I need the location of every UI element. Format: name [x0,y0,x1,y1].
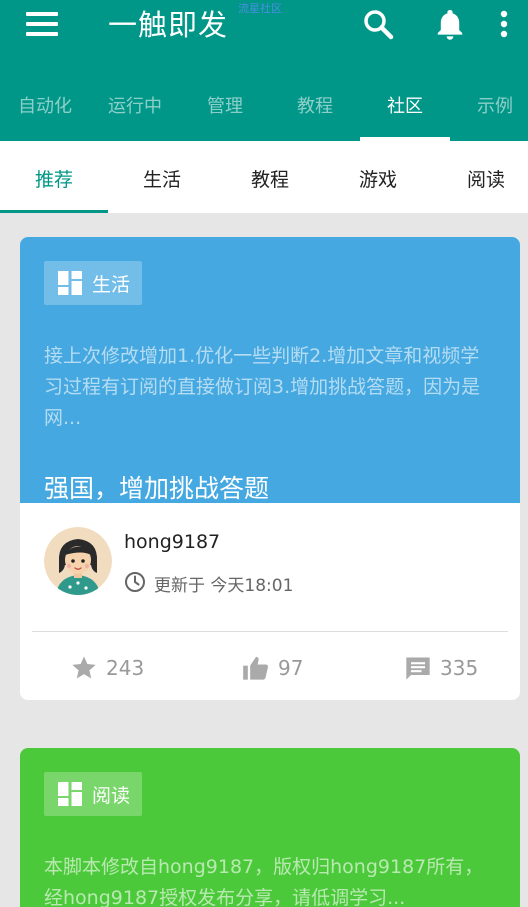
comment-icon [406,657,430,680]
post-card-hero: 生活 接上次修改增加1.优化一些判断2.增加文章和视频学习过程有订阅的直接做订阅… [20,237,520,503]
category-tag[interactable]: 阅读 [44,772,143,816]
more-vert-icon[interactable] [486,6,522,42]
tab-examples[interactable]: 示例 [450,92,528,118]
post-card[interactable]: 生活 接上次修改增加1.优化一些判断2.增加文章和视频学习过程有订阅的直接做订阅… [20,237,520,700]
dashboard-icon [58,782,82,806]
star-icon [72,656,96,679]
tab-games[interactable]: 游戏 [324,165,432,192]
search-icon[interactable] [360,6,396,42]
category-tabs: 推荐 生活 教程 游戏 阅读 [0,141,528,213]
tab-life[interactable]: 生活 [108,165,216,192]
tab-automation[interactable]: 自动化 [0,92,90,118]
post-excerpt: 本脚本修改自hong9187，版权归hong9187所有，经hong9187授权… [44,856,484,907]
author-name[interactable]: hong9187 [124,531,220,553]
comment-count: 335 [440,656,479,680]
tab-manage[interactable]: 管理 [180,92,270,118]
post-title: 强国，增加挑战答题 [44,474,270,503]
tab-running[interactable]: 运行中 [90,92,180,118]
divider [32,631,508,632]
category-tag-label: 阅读 [92,784,131,807]
category-tab-indicator [0,210,108,213]
avatar[interactable] [44,527,112,595]
post-card[interactable]: 阅读 本脚本修改自hong9187，版权归hong9187所有，经hong918… [20,748,520,907]
like-button[interactable]: 97 [242,653,303,683]
app-bar: 一触即发 流星社区 自动化 运行中 管理 教程 社区 示例 [0,0,528,141]
like-count: 97 [278,656,304,680]
thumbs-up-icon [243,656,268,680]
tab-tutorials[interactable]: 教程 [216,165,324,192]
category-tag[interactable]: 生活 [44,261,143,305]
category-tag-label: 生活 [92,273,131,296]
app-subtitle: 流星社区 [238,2,282,15]
top-tabs: 自动化 运行中 管理 教程 社区 示例 [0,80,528,141]
post-author-area: hong9187 更新于 今天18:01 243 97 335 [20,503,520,700]
updated-time: 更新于 今天18:01 [154,576,294,596]
tab-community[interactable]: 社区 [360,92,450,118]
tab-reading[interactable]: 阅读 [432,165,528,192]
notification-bell-icon[interactable] [432,6,468,42]
tab-recommended[interactable]: 推荐 [0,165,108,192]
post-excerpt: 接上次修改增加1.优化一些判断2.增加文章和视频学习过程有订阅的直接做订阅3.增… [44,345,481,429]
comment-button[interactable]: 335 [404,653,478,683]
clock-icon [125,572,145,592]
dashboard-icon [58,271,82,295]
star-count: 243 [106,656,145,680]
star-button[interactable]: 243 [70,653,144,683]
tab-tutorial[interactable]: 教程 [270,92,360,118]
menu-icon[interactable] [26,12,58,36]
app-title: 一触即发 [108,8,229,42]
